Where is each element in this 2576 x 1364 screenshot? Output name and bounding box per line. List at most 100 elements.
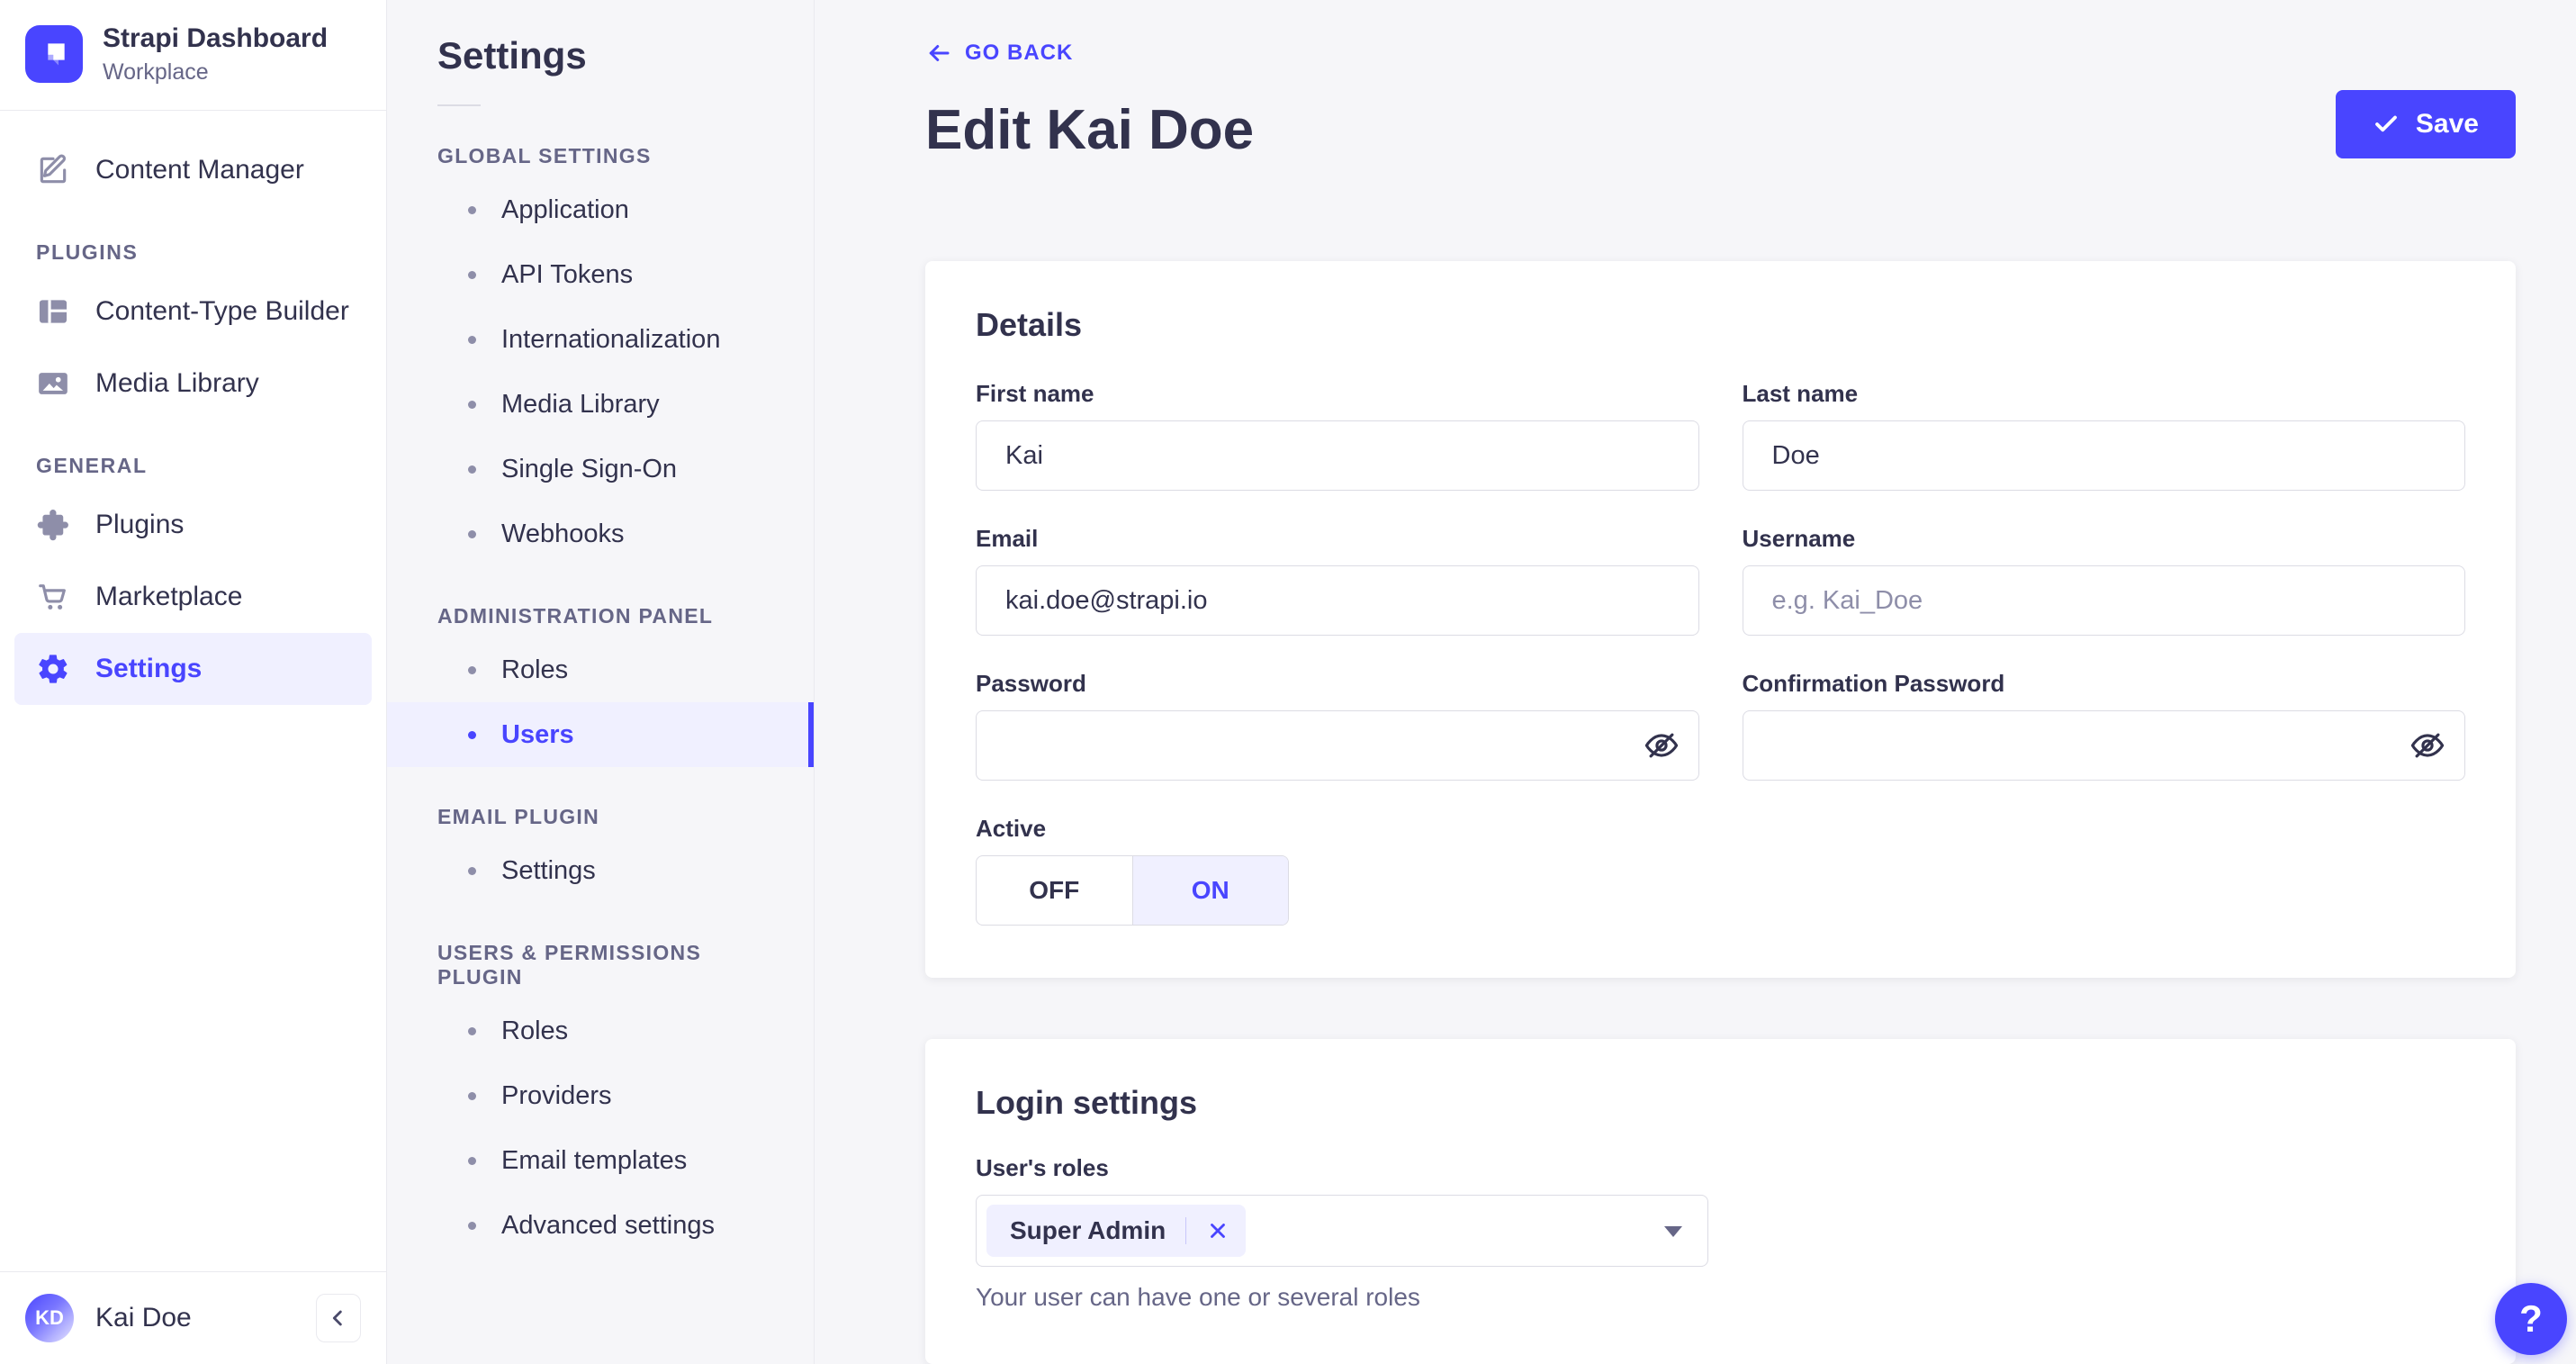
sidebar-item-content-type-builder[interactable]: Content-Type Builder — [14, 276, 372, 348]
puzzle-icon — [36, 508, 70, 542]
help-button[interactable]: ? — [2495, 1283, 2567, 1355]
details-card-title: Details — [976, 306, 1083, 343]
subnav-item-application[interactable]: Application — [387, 177, 814, 242]
eye-off-icon — [1644, 728, 1679, 763]
main-content: GO BACK Edit Kai Doe Save Details First … — [815, 0, 2576, 1364]
bullet-icon — [468, 400, 476, 409]
users-roles-label: User's roles — [976, 1154, 1109, 1181]
subnav-item-email-templates[interactable]: Email templates — [387, 1128, 814, 1193]
subnav-item-email-settings[interactable]: Settings — [387, 838, 814, 903]
role-tag: Super Admin — [986, 1205, 1247, 1257]
subnav-section-administration-panel: ADMINISTRATION PANEL — [437, 604, 714, 628]
bullet-icon — [468, 270, 476, 279]
sidebar-item-label: Content-Type Builder — [95, 296, 349, 327]
first-name-field[interactable] — [976, 420, 1699, 491]
bullet-icon — [468, 730, 476, 739]
subnav-item-webhooks[interactable]: Webhooks — [387, 501, 814, 566]
sidebar-item-media-library[interactable]: Media Library — [14, 348, 372, 420]
strapi-logo-icon — [25, 25, 83, 84]
subnav-section-global-settings: GLOBAL SETTINGS — [437, 144, 652, 167]
bullet-icon — [468, 1026, 476, 1035]
sidebar-collapse-button[interactable] — [316, 1294, 361, 1342]
main-nav: Content Manager PLUGINS Content-Type Bui… — [0, 111, 386, 706]
sidebar-item-label: Content Manager — [95, 155, 304, 185]
subnav-item-media-library[interactable]: Media Library — [387, 372, 814, 437]
arrow-left-icon — [925, 40, 952, 67]
subnav-item-admin-users[interactable]: Users — [387, 702, 814, 767]
last-name-label: Last name — [1742, 380, 1859, 407]
main-sidebar: Strapi Dashboard Workplace Content Manag… — [0, 0, 387, 1364]
first-name-label: First name — [976, 380, 1094, 407]
subnav-item-up-roles[interactable]: Roles — [387, 998, 814, 1063]
active-toggle[interactable]: OFF ON — [976, 855, 1289, 926]
users-roles-select[interactable]: Super Admin — [976, 1195, 1708, 1267]
subnav-item-api-tokens[interactable]: API Tokens — [387, 242, 814, 307]
subnav-item-advanced-settings[interactable]: Advanced settings — [387, 1193, 814, 1258]
image-icon — [36, 366, 70, 401]
sidebar-item-plugins[interactable]: Plugins — [14, 489, 372, 561]
app-window: Strapi Dashboard Workplace Content Manag… — [0, 0, 2576, 1364]
bullet-icon — [468, 529, 476, 538]
last-name-field[interactable] — [1742, 420, 2465, 491]
details-card: Details First name Last name Email — [925, 261, 2516, 978]
bullet-icon — [468, 205, 476, 214]
bullet-icon — [468, 866, 476, 875]
settings-subnav: Settings GLOBAL SETTINGS Application API… — [387, 0, 815, 1364]
sidebar-item-settings[interactable]: Settings — [14, 633, 372, 706]
user-name: Kai Doe — [95, 1303, 192, 1332]
nav-section-general: GENERAL — [36, 454, 148, 478]
eye-off-icon — [2410, 728, 2445, 763]
chevron-left-icon — [326, 1305, 351, 1331]
login-settings-title: Login settings — [976, 1084, 1197, 1121]
subnav-title: Settings — [437, 34, 587, 77]
close-icon — [1206, 1219, 1229, 1242]
roles-helper-text: Your user can have one or several roles — [976, 1283, 1420, 1311]
password-label: Password — [976, 670, 1086, 697]
bullet-icon — [468, 1156, 476, 1165]
caret-down-icon — [1664, 1226, 1682, 1237]
password-field[interactable] — [976, 710, 1699, 781]
confirmation-password-field[interactable] — [1742, 710, 2465, 781]
subnav-item-internationalization[interactable]: Internationalization — [387, 307, 814, 372]
save-button[interactable]: Save — [2335, 90, 2516, 158]
subnav-item-admin-roles[interactable]: Roles — [387, 637, 814, 702]
sidebar-item-content-manager[interactable]: Content Manager — [14, 134, 372, 206]
sidebar-item-label: Plugins — [95, 510, 185, 540]
subnav-section-users-permissions: USERS & PERMISSIONS PLUGIN — [437, 941, 702, 989]
confirmation-password-label: Confirmation Password — [1742, 670, 2005, 697]
toggle-on-option[interactable]: ON — [1131, 856, 1288, 925]
sidebar-footer: KD Kai Doe — [0, 1271, 386, 1364]
subnav-item-providers[interactable]: Providers — [387, 1063, 814, 1128]
username-field[interactable] — [1742, 565, 2465, 636]
toggle-password-visibility-button[interactable] — [1636, 720, 1687, 771]
toggle-confirmation-visibility-button[interactable] — [2402, 720, 2453, 771]
email-field[interactable] — [976, 565, 1699, 636]
gear-icon — [36, 652, 70, 686]
go-back-link[interactable]: GO BACK — [925, 40, 1073, 67]
bullet-icon — [468, 1221, 476, 1230]
bullet-icon — [468, 665, 476, 674]
bullet-icon — [468, 335, 476, 344]
avatar: KD — [25, 1294, 74, 1342]
remove-role-button[interactable] — [1199, 1212, 1237, 1250]
username-label: Username — [1742, 525, 1856, 552]
check-icon — [2373, 111, 2400, 138]
subnav-section-email-plugin: EMAIL PLUGIN — [437, 805, 600, 828]
sidebar-item-label: Media Library — [95, 368, 259, 399]
nav-section-plugins: PLUGINS — [36, 240, 139, 265]
brand-subtitle: Workplace — [103, 59, 209, 85]
toggle-off-option[interactable]: OFF — [977, 856, 1132, 925]
subnav-item-single-sign-on[interactable]: Single Sign-On — [387, 437, 814, 501]
sidebar-item-label: Marketplace — [95, 582, 243, 612]
layout-grid-icon — [36, 294, 70, 329]
cart-icon — [36, 580, 70, 614]
sidebar-item-label: Settings — [95, 654, 203, 684]
brand: Strapi Dashboard Workplace — [0, 0, 386, 110]
divider — [1185, 1217, 1187, 1244]
email-label: Email — [976, 525, 1039, 552]
brand-title: Strapi Dashboard — [103, 23, 329, 53]
bullet-icon — [468, 1091, 476, 1100]
sidebar-item-marketplace[interactable]: Marketplace — [14, 561, 372, 633]
page-title: Edit Kai Doe — [925, 99, 1255, 161]
active-label: Active — [976, 815, 1047, 842]
